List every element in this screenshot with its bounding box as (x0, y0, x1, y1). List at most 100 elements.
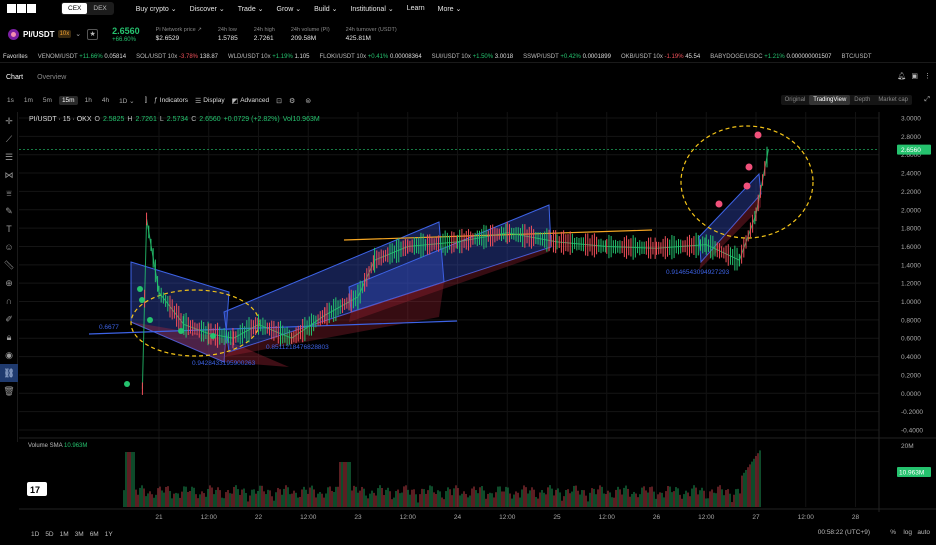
camera-icon[interactable]: ⊡ (276, 97, 282, 105)
favorite-item[interactable]: OKB/USDT 10x -1.19% 45.54 (621, 54, 700, 60)
favorite-item[interactable]: SOL/USDT 10x -3.78% 138.87 (136, 54, 218, 60)
timeframe-1s[interactable]: 1s (4, 96, 17, 105)
pair-name[interactable]: PI/USDT (23, 30, 55, 39)
indicators-button[interactable]: ƒ Indicators (154, 97, 188, 104)
legend-close: 2.6560 (199, 116, 221, 123)
eye-icon[interactable]: ◉ (0, 346, 18, 364)
x-tick-label: 12:00 (201, 514, 218, 521)
chart-tabs: Chart Overview 🔔︎ ▣ ⋮ (0, 70, 936, 84)
clock-time[interactable]: 00:58:22 (UTC+9) (818, 529, 870, 536)
range-1m[interactable]: 1M (60, 531, 69, 538)
display-button[interactable]: ☰ Display (195, 97, 225, 105)
sell-marker (715, 200, 723, 208)
zoom-icon[interactable]: ⊕ (0, 274, 18, 292)
range-6m[interactable]: 6M (90, 531, 99, 538)
emoji-icon[interactable]: ☺ (0, 238, 18, 256)
range-1d[interactable]: 1D (31, 531, 39, 538)
bottom-bar: 1D 5D 1M 3M 6M 1Y 00:58:22 (UTC+9) % log… (0, 527, 936, 541)
nav-item-build[interactable]: Build ⌄ (314, 5, 337, 13)
price-chart[interactable]: 3.00002.80002.60002.40002.20002.00001.80… (19, 112, 936, 527)
favorite-item[interactable]: SUI/USDT 10x +1.50% 3.0018 (432, 54, 513, 60)
favorite-item[interactable]: VENOM/USDT +11.66% 0.05814 (38, 54, 126, 60)
candle-type-button[interactable]: ⫿ (145, 97, 147, 105)
trendline-icon[interactable]: ⟋ (0, 130, 18, 148)
display-icon: ☰ (194, 97, 202, 105)
link-icon[interactable]: ⛓︎ (0, 364, 18, 382)
timeframe-1m[interactable]: 1m (21, 96, 36, 105)
timeframe-4h[interactable]: 4h (99, 96, 112, 105)
favorite-item[interactable]: WLD/USDT 10x +1.19% 1.105 (228, 54, 309, 60)
sell-marker (745, 163, 753, 171)
range-3m[interactable]: 3M (75, 531, 84, 538)
fib-icon[interactable]: ⩸ (0, 184, 18, 202)
tab-overview[interactable]: Overview (35, 74, 68, 81)
layout-icon[interactable]: ▣ (911, 72, 918, 80)
dex-mode-button[interactable]: DEX (87, 3, 112, 14)
nav-item-grow[interactable]: Grow ⌄ (277, 5, 302, 13)
star-icon[interactable]: ★ (87, 28, 99, 40)
sell-marker (754, 131, 762, 139)
stat-24h-low: 24h low 1.5785 (217, 26, 238, 42)
y-tick-label: 0.6000 (901, 336, 921, 343)
x-tick-label: 12:00 (400, 514, 417, 521)
favorite-item[interactable]: BTC/USDT (842, 54, 872, 60)
pattern-icon[interactable]: ⋈ (0, 166, 18, 184)
lock-icon[interactable]: 🔒︎ (0, 328, 18, 346)
timeframe-1d[interactable]: 1D ⌄ (116, 96, 138, 106)
nav-item-learn[interactable]: Learn (407, 5, 425, 13)
ruler-icon[interactable]: 📏︎ (0, 256, 18, 274)
favorite-item[interactable]: FLOKI/USDT 10x +0.41% 0.00008364 (320, 54, 422, 60)
nav-item-trade[interactable]: Trade ⌄ (238, 5, 264, 13)
chart-area[interactable]: 3.0000 2.8000 2.6000 2.4000 2.2000 2.0000 1.80… (19, 112, 936, 540)
stat-24h-turnover: 24h turnover (USDT) 425.81M (345, 26, 397, 42)
nav-item-discover[interactable]: Discover ⌄ (190, 5, 225, 13)
chevron-down-icon[interactable]: ⌄ (75, 30, 81, 38)
timeframe-15m[interactable]: 15m (58, 96, 78, 105)
timeframe-5m[interactable]: 5m (40, 96, 55, 105)
advanced-button[interactable]: ◩ Advanced (232, 97, 270, 105)
annotation-label: 0.9146543094927293 (666, 269, 730, 276)
view-tradingview[interactable]: TradingView (809, 95, 851, 105)
magnet-icon[interactable]: ∩ (0, 292, 18, 310)
y-tick-label: 2.0000 (901, 207, 921, 214)
favorite-item[interactable]: BABYDOGE/USDC +1.21% 0.000000001507 (710, 54, 831, 60)
percent-toggle[interactable]: % (890, 529, 896, 536)
view-original[interactable]: Original (781, 95, 810, 105)
log-toggle[interactable]: log (903, 529, 912, 536)
x-tick-label: 21 (155, 514, 163, 521)
cex-mode-button[interactable]: CEX (62, 3, 88, 14)
range-1y[interactable]: 1Y (105, 531, 113, 538)
nav-item-buy-crypto[interactable]: Buy crypto ⌄ (136, 5, 177, 13)
view-market-cap[interactable]: Market cap (874, 95, 912, 105)
crosshair-icon[interactable]: ✛ (0, 112, 18, 130)
more-vertical-icon[interactable]: ⋮ (924, 72, 931, 80)
tab-chart[interactable]: Chart (4, 74, 25, 81)
gear-icon[interactable]: ⚙︎ (289, 97, 295, 105)
indicators-icon: ƒ (153, 97, 158, 104)
bell-icon[interactable]: 🔔︎ (897, 72, 906, 80)
nav-item-institutional[interactable]: Institutional ⌄ (350, 5, 393, 13)
legend-volume: Vol10.963M (282, 116, 320, 123)
x-tick-label: 28 (852, 514, 860, 521)
template-icon[interactable]: ⊜ (305, 97, 311, 105)
favorite-item[interactable]: SSWP/USDT +0.42% 0.0001899 (523, 54, 611, 60)
external-link-icon[interactable]: ↗ (197, 27, 202, 33)
y-tick-label: 0.2000 (901, 372, 921, 379)
text-icon[interactable]: T (0, 220, 18, 238)
view-depth[interactable]: Depth (850, 95, 874, 105)
brush-icon[interactable]: ✎ (0, 202, 18, 220)
fullscreen-icon[interactable]: ⤢ (924, 96, 930, 104)
pencil-lock-icon[interactable]: ✐ (0, 310, 18, 328)
auto-toggle[interactable]: auto (917, 529, 930, 536)
okx-logo[interactable] (7, 2, 47, 15)
buy-marker (147, 317, 153, 323)
volume-sma-label: Volume SMA 10.963M (28, 443, 88, 449)
nav-menu: Buy crypto ⌄ Discover ⌄ Trade ⌄ Grow ⌄ B… (136, 5, 462, 13)
x-tick-label: 12:00 (599, 514, 616, 521)
horizontal-lines-icon[interactable]: ☰ (0, 148, 18, 166)
trash-icon[interactable]: 🗑︎ (0, 382, 18, 400)
stat-24h-high: 24h high 2.7261 (253, 26, 275, 42)
range-5d[interactable]: 5D (45, 531, 53, 538)
nav-item-more[interactable]: More ⌄ (438, 5, 462, 13)
timeframe-1h[interactable]: 1h (82, 96, 95, 105)
